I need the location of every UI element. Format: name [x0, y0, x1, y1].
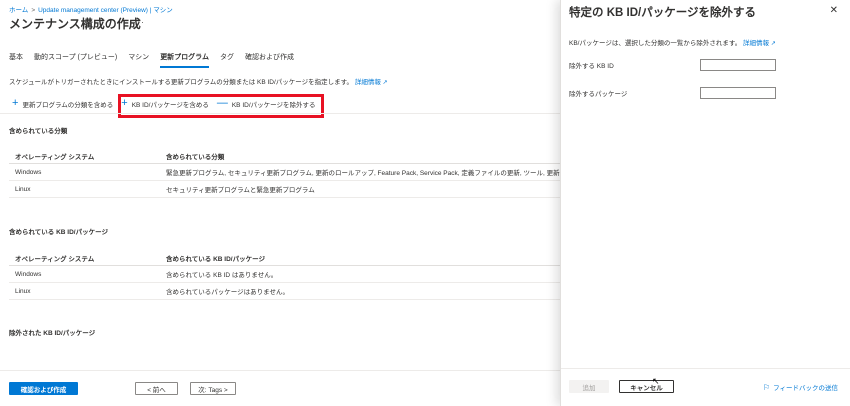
column-header-classifications: 含められている分類 [166, 153, 225, 161]
table-row: Linux 含められているパッケージはありません。 [9, 283, 560, 300]
feedback-icon: ⚐ [762, 382, 771, 392]
page-title: メンテナンス構成の作成 [9, 17, 141, 31]
exclude-kb-id-label: 除外する KB ID [569, 63, 614, 70]
cancel-button[interactable]: キャンセル [619, 380, 674, 393]
review-create-button[interactable]: 確認および作成 [9, 382, 78, 395]
add-button[interactable]: 追加 [569, 380, 609, 393]
row-os: Windows [15, 168, 42, 176]
excluded-kb-heading: 除外された KB ID/パッケージ [9, 330, 96, 337]
column-header-kb: 含められている KB ID/パッケージ [166, 255, 265, 263]
included-kb-table: オペレーティング システム 含められている KB ID/パッケージ Window… [9, 250, 560, 300]
column-header-os: オペレーティング システム [15, 153, 95, 161]
tab-tags[interactable]: タグ [220, 52, 234, 68]
exclude-kb-panel: 特定の KB ID/パッケージを除外する ✕ KB/パッケージは、選択した分類の… [560, 0, 850, 406]
exclude-package-label: 除外するパッケージ [569, 91, 628, 98]
create-maintenance-config-blade: ホーム > Update management center (Preview) |… [0, 0, 560, 406]
exclude-package-input[interactable] [700, 87, 776, 99]
panel-description-text: KB/パッケージは、選択した分類の一覧から除外されます。 [569, 40, 742, 47]
tab-updates[interactable]: 更新プログラム [160, 52, 209, 68]
more-options-icon[interactable]: ··· [133, 17, 145, 27]
external-link-icon: ↗ [770, 41, 776, 47]
mouse-cursor-icon: ↖ [652, 376, 660, 386]
panel-learn-more-link[interactable]: 詳細情報 [743, 40, 769, 47]
description-text: スケジュールがトリガーされたときにインストールする更新プログラムの分類または K… [9, 79, 354, 86]
table-header: オペレーティング システム 含められている KB ID/パッケージ [9, 250, 560, 266]
panel-description: KB/パッケージは、選択した分類の一覧から除外されます。 詳細情報 ↗ [569, 37, 776, 47]
row-classifications: セキュリティ更新プログラムと緊急更新プログラム [166, 187, 315, 194]
row-os: Linux [15, 185, 31, 193]
learn-more-link[interactable]: 詳細情報 [355, 79, 381, 86]
included-classifications-table: オペレーティング システム 含められている分類 Windows 緊急更新プログラ… [9, 148, 560, 198]
external-link-icon: ↗ [382, 80, 388, 86]
row-os: Linux [15, 287, 31, 295]
tab-dynamic-scope[interactable]: 動的スコープ (プレビュー) [34, 52, 117, 68]
column-header-os: オペレーティング システム [15, 255, 95, 263]
breadcrumb: ホーム > Update management center (Preview) |… [9, 4, 173, 14]
row-kb: 含められている KB ID はありません。 [166, 272, 278, 279]
tab-review-create[interactable]: 確認および作成 [245, 52, 294, 68]
footer-divider [0, 370, 560, 371]
included-kb-heading: 含められている KB ID/パッケージ [9, 229, 108, 236]
table-row: Linux セキュリティ更新プログラムと緊急更新プログラム [9, 181, 560, 198]
breadcrumb-update-center[interactable]: Update management center (Preview) | マシン [38, 7, 173, 14]
row-kb: 含められているパッケージはありません。 [166, 289, 289, 296]
tab-bar: 基本 動的スコープ (プレビュー) マシン 更新プログラム タグ 確認および作成 [9, 52, 305, 68]
row-classifications: 緊急更新プログラム, セキュリティ更新プログラム, 更新のロールアップ, Fea… [166, 170, 560, 177]
include-classification-label: 更新プログラムの分類を含める [22, 101, 114, 109]
breadcrumb-home[interactable]: ホーム [9, 7, 28, 14]
exclude-kb-id-input[interactable] [700, 59, 776, 71]
previous-button[interactable]: < 前へ [135, 382, 178, 395]
highlight-box [118, 94, 324, 118]
row-os: Windows [15, 270, 42, 278]
feedback-label: フィードバックの送信 [773, 385, 838, 392]
breadcrumb-separator: > [31, 7, 36, 14]
toolbar-divider [0, 113, 560, 114]
close-icon[interactable]: ✕ [830, 5, 838, 16]
updates-description: スケジュールがトリガーされたときにインストールする更新プログラムの分類または K… [9, 76, 388, 86]
plus-icon: + [12, 97, 19, 109]
tab-machines[interactable]: マシン [128, 52, 149, 68]
table-row: Windows 含められている KB ID はありません。 [9, 266, 560, 283]
panel-title: 特定の KB ID/パッケージを除外する [569, 7, 756, 19]
send-feedback-link[interactable]: ⚐ フィードバックの送信 [762, 382, 838, 393]
include-classification-button[interactable]: + 更新プログラムの分類を含める [12, 98, 113, 109]
table-header: オペレーティング システム 含められている分類 [9, 148, 560, 164]
tab-basics[interactable]: 基本 [9, 52, 23, 68]
included-classifications-heading: 含められている分類 [9, 128, 68, 135]
next-tags-button[interactable]: 次: Tags > [190, 382, 236, 395]
table-row: Windows 緊急更新プログラム, セキュリティ更新プログラム, 更新のロール… [9, 164, 560, 181]
panel-footer-divider [561, 368, 850, 369]
